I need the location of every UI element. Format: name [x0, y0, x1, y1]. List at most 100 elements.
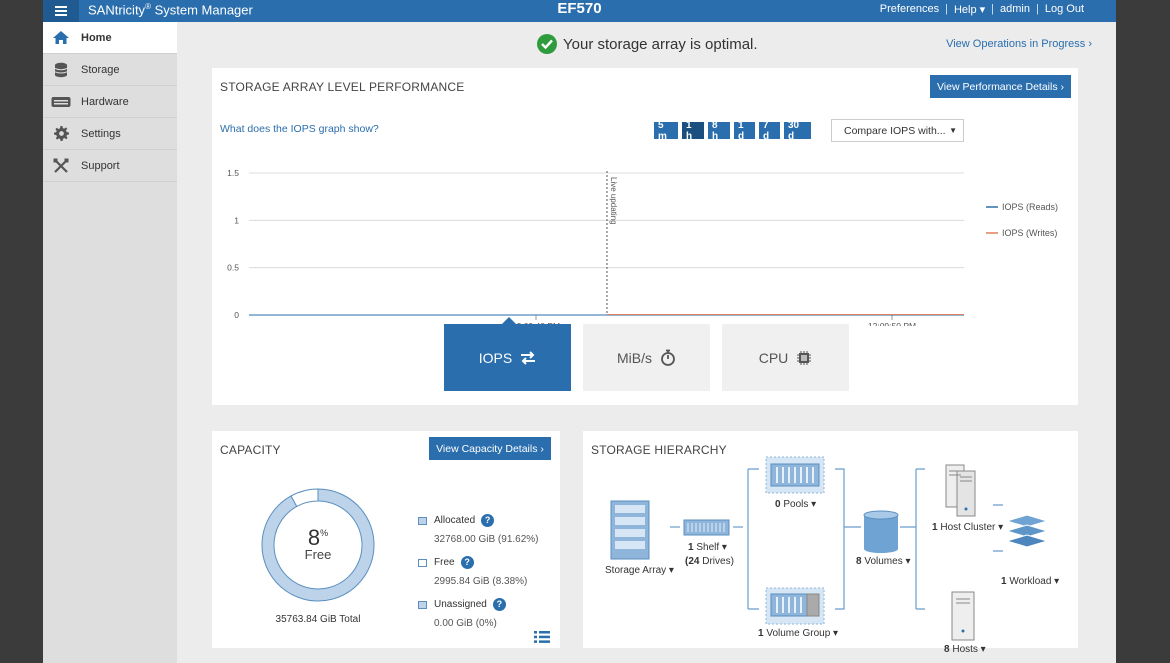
logout-link[interactable]: Log Out	[1045, 3, 1084, 16]
range-8h-button[interactable]: 8 h	[708, 120, 730, 142]
legend-value: 2995.84 GiB (8.38%)	[434, 576, 528, 587]
storage-hierarchy-panel: STORAGE HIERARCHY Storage Array ▾ 1 Shel…	[583, 431, 1078, 655]
y-tick-label: 0	[234, 310, 239, 320]
volumes-icon[interactable]	[863, 510, 899, 553]
shelf-icon[interactable]	[683, 519, 730, 536]
y-tick-label: 0.5	[227, 263, 239, 273]
storage-icon	[51, 62, 71, 78]
sidebar-item-storage[interactable]: Storage	[43, 54, 177, 86]
range-1d-button[interactable]: 1 d	[734, 120, 755, 142]
menu-icon[interactable]	[43, 0, 79, 22]
gear-icon	[51, 126, 71, 142]
user-menu[interactable]: admin	[1000, 3, 1030, 16]
legend-label: IOPS (Reads)	[1002, 202, 1058, 212]
capacity-center: 8% Free	[256, 525, 380, 562]
y-tick-label: 1.5	[227, 168, 239, 178]
tab-label: MiB/s	[617, 349, 652, 366]
legend-allocated: Allocated?	[418, 514, 495, 527]
volume-group-icon[interactable]	[765, 587, 825, 625]
tab-label: IOPS	[478, 349, 513, 366]
host-cluster-icon[interactable]	[945, 464, 976, 517]
help-icon[interactable]: ?	[460, 556, 474, 569]
x-tick-label: 12:09:50 PM	[868, 321, 916, 326]
main-content: Your storage array is optimal. View Oper…	[177, 22, 1116, 663]
sidebar-item-label: Hardware	[81, 95, 129, 108]
range-30d-button[interactable]: 30 d	[784, 120, 811, 142]
hosts-icon[interactable]	[951, 591, 975, 641]
status-text: Your storage array is optimal.	[563, 35, 758, 53]
sidebar-item-settings[interactable]: Settings	[43, 118, 177, 150]
legend-value: 32768.00 GiB (91.62%)	[434, 534, 539, 545]
iops-chart: 1.510.5012:09:40 PM12:09:50 PMLive updat…	[227, 168, 1058, 326]
list-view-icon[interactable]	[534, 631, 550, 643]
top-nav: Preferences | Help ▾ | admin | Log Out	[880, 3, 1084, 16]
app-window: SANtricity® System Manager EF570 Prefere…	[43, 0, 1116, 663]
shelf-menu[interactable]: 1 Shelf ▾	[688, 542, 727, 553]
help-menu[interactable]: Help ▾	[954, 3, 985, 16]
compare-iops-select[interactable]: Compare IOPS with... ▼	[831, 119, 964, 142]
hosts-label: Hosts ▾	[949, 644, 986, 655]
sidebar-item-support[interactable]: Support	[43, 150, 177, 182]
hosts-menu[interactable]: 8 Hosts ▾	[944, 644, 986, 655]
performance-panel: STORAGE ARRAY LEVEL PERFORMANCE View Per…	[212, 68, 1078, 405]
free-label: Free	[304, 547, 332, 562]
nav-separator: |	[945, 3, 948, 15]
panel-title: CAPACITY	[220, 443, 281, 457]
volumes-label: Volumes ▾	[861, 556, 911, 567]
drives-count: (24 Drives)	[685, 556, 734, 567]
capacity-total: 35763.84 GiB Total	[275, 614, 361, 625]
host-cluster-label: Host Cluster ▾	[937, 522, 1004, 533]
volumes-menu[interactable]: 8 Volumes ▾	[856, 556, 911, 567]
stopwatch-icon	[661, 349, 675, 366]
storage-array-menu[interactable]: Storage Array ▾	[605, 565, 674, 576]
arrows-exchange-icon	[521, 350, 536, 365]
sidebar-item-label: Settings	[81, 127, 121, 140]
pools-menu[interactable]: 0 Pools ▾	[775, 499, 816, 510]
top-bar: SANtricity® System Manager EF570 Prefere…	[43, 0, 1116, 22]
caret-down-icon: ▼	[949, 126, 957, 135]
pools-icon[interactable]	[765, 456, 825, 494]
tab-iops[interactable]: IOPS	[444, 324, 571, 391]
view-performance-details-button[interactable]: View Performance Details ›	[930, 75, 1071, 98]
percent-sign: %	[320, 528, 329, 538]
sidebar-item-hardware[interactable]: Hardware	[43, 86, 177, 118]
drives-number: (24	[685, 556, 700, 567]
desktop-frame: SANtricity® System Manager EF570 Prefere…	[0, 0, 1170, 663]
workload-menu[interactable]: 1 Workload ▾	[1001, 576, 1059, 587]
chip-icon	[797, 350, 812, 365]
legend-label: Free	[434, 557, 455, 569]
legend-swatch	[418, 516, 427, 525]
nav-separator: |	[1036, 3, 1039, 15]
range-7d-button[interactable]: 7 d	[759, 120, 780, 142]
help-icon[interactable]: ?	[492, 598, 506, 611]
workload-icon[interactable]	[1005, 514, 1049, 548]
nav-separator: |	[991, 3, 995, 15]
hardware-icon	[51, 94, 71, 110]
time-range-buttons: 5 m 1 h 8 h 1 d 7 d 30 d	[654, 120, 811, 142]
volume-group-label: Volume Group ▾	[763, 628, 839, 639]
tab-cpu[interactable]: CPU	[722, 324, 849, 391]
check-circle-icon	[537, 34, 557, 54]
preferences-link[interactable]: Preferences	[880, 3, 939, 16]
hamburger-icon	[55, 6, 67, 16]
tab-mibs[interactable]: MiB/s	[583, 324, 710, 391]
view-capacity-details-button[interactable]: View Capacity Details ›	[429, 437, 551, 460]
sidebar-item-label: Home	[81, 31, 112, 44]
host-cluster-menu[interactable]: 1 Host Cluster ▾	[932, 522, 1003, 533]
tools-icon	[51, 158, 71, 174]
range-5m-button[interactable]: 5 m	[654, 120, 678, 142]
tab-pointer	[502, 317, 516, 324]
free-arc	[290, 488, 319, 508]
view-operations-link[interactable]: View Operations in Progress ›	[946, 38, 1092, 50]
range-1h-button[interactable]: 1 h	[682, 120, 704, 142]
help-icon[interactable]: ?	[481, 514, 495, 527]
brand-name: SANtricity	[88, 2, 146, 18]
volume-group-menu[interactable]: 1 Volume Group ▾	[758, 628, 838, 639]
storage-array-icon[interactable]	[610, 500, 650, 560]
iops-help-link[interactable]: What does the IOPS graph show?	[220, 123, 379, 135]
capacity-panel: CAPACITY View Capacity Details › 8% Free…	[212, 431, 560, 648]
sidebar-item-label: Support	[81, 159, 120, 172]
legend-swatch	[418, 600, 427, 609]
pools-label: Pools ▾	[780, 499, 817, 510]
sidebar-item-home[interactable]: Home	[43, 22, 177, 54]
